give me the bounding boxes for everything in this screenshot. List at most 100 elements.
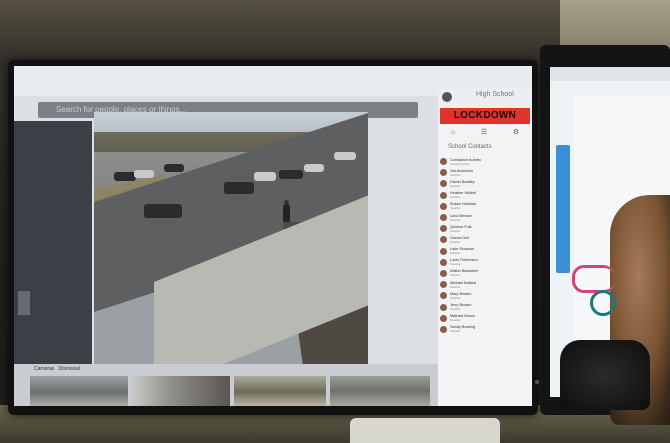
headset bbox=[560, 340, 650, 410]
camera-thumbnail[interactable] bbox=[30, 376, 128, 406]
contact-name: Constance Aubrey bbox=[450, 157, 482, 162]
school-logo-icon bbox=[442, 92, 452, 102]
car bbox=[279, 170, 303, 179]
contact-meta: Teacher bbox=[450, 195, 461, 200]
lockdown-banner[interactable]: LOCKDOWN bbox=[440, 108, 530, 124]
contact-meta: Teacher bbox=[450, 273, 461, 278]
avatar bbox=[440, 180, 447, 188]
avatar bbox=[440, 169, 447, 177]
camera-feed[interactable] bbox=[94, 112, 368, 364]
car bbox=[134, 170, 154, 178]
contact-meta: Teacher bbox=[450, 239, 461, 244]
avatar bbox=[440, 247, 447, 255]
avatar bbox=[440, 314, 447, 322]
contact-meta: Assistant Princ. bbox=[450, 161, 471, 166]
list-item[interactable]: Walter Blackwell Teacher bbox=[440, 268, 530, 279]
avatar bbox=[440, 303, 447, 311]
glasses bbox=[572, 265, 615, 293]
list-item[interactable]: Garcia Dell Teacher bbox=[440, 234, 530, 245]
car bbox=[254, 172, 276, 181]
home-icon[interactable]: ⌂ bbox=[451, 129, 455, 136]
browser-bar bbox=[550, 67, 670, 81]
car bbox=[114, 172, 136, 181]
contact-name: Luna Benson bbox=[450, 213, 473, 218]
tab-dismissal[interactable]: Dismissal bbox=[58, 366, 79, 372]
list-item[interactable]: Lake Simpson Teacher bbox=[440, 246, 530, 257]
car bbox=[304, 164, 324, 172]
contact-text: Constance Aubrey Assistant Princ. bbox=[450, 158, 481, 166]
avatar bbox=[440, 258, 447, 266]
contact-text: Heather McNeil Teacher bbox=[450, 191, 476, 199]
avatar bbox=[440, 281, 447, 289]
contact-text: Garcia Dell Teacher bbox=[450, 236, 469, 244]
camera-thumbnail[interactable] bbox=[234, 376, 326, 406]
camera-thumbnail[interactable] bbox=[330, 376, 430, 406]
panel-tabs: ⌂ ☰ ⚙ bbox=[438, 126, 532, 138]
avatar bbox=[440, 236, 447, 244]
side-strip[interactable] bbox=[556, 145, 570, 273]
list-item[interactable]: Louis Robertson Teacher bbox=[440, 257, 530, 268]
contact-text: Lake Simpson Teacher bbox=[450, 247, 474, 255]
zoom-control[interactable] bbox=[18, 291, 30, 315]
contact-text: Quinton Folk Teacher bbox=[450, 225, 472, 233]
avatar bbox=[440, 269, 447, 277]
list-item[interactable]: Michael Ballard Teacher bbox=[440, 279, 530, 290]
person bbox=[283, 204, 290, 222]
contact-meta: Teacher bbox=[450, 206, 461, 211]
contact-meta: Teacher bbox=[450, 228, 461, 233]
list-item[interactable]: Jim Anderson Teacher bbox=[440, 167, 530, 178]
avatar bbox=[440, 202, 447, 210]
avatar bbox=[440, 325, 447, 333]
car bbox=[334, 152, 356, 160]
contact-text: Daniel Bradley Teacher bbox=[450, 180, 475, 188]
contact-text: Luna Benson Teacher bbox=[450, 214, 472, 222]
avatar bbox=[440, 191, 447, 199]
contact-text: Michael Ballard Teacher bbox=[450, 281, 476, 289]
avatar bbox=[440, 214, 447, 222]
contact-meta: Teacher bbox=[450, 217, 461, 222]
contact-meta: Teacher bbox=[450, 183, 461, 188]
list-item[interactable]: Quinton Folk Teacher bbox=[440, 223, 530, 234]
tab-cameras[interactable]: Cameras bbox=[34, 366, 54, 372]
school-panel: High School LOCKDOWN ⌂ ☰ ⚙ School Contac… bbox=[438, 86, 532, 406]
avatar bbox=[440, 158, 447, 166]
car bbox=[144, 204, 182, 218]
glasses bbox=[590, 290, 616, 316]
contact-meta: Teacher bbox=[450, 295, 461, 300]
contact-text: Louis Robertson Teacher bbox=[450, 258, 478, 266]
contact-text: Susan Hubbard Teacher bbox=[450, 202, 476, 210]
contact-text: Sandy Bowling Teacher bbox=[450, 325, 475, 333]
list-item[interactable]: Sandy Bowling Teacher bbox=[440, 324, 530, 335]
car bbox=[224, 182, 254, 194]
paper bbox=[350, 418, 500, 443]
list-item[interactable]: Jerry Brosen Teacher bbox=[440, 301, 530, 312]
contact-meta: Teacher bbox=[450, 262, 461, 267]
camera-thumbnail[interactable] bbox=[132, 376, 230, 406]
list-item[interactable]: Heather McNeil Teacher bbox=[440, 190, 530, 201]
contact-text: Mary Brosen Teacher bbox=[450, 292, 472, 300]
list-item[interactable]: Constance Aubrey Assistant Princ. bbox=[440, 156, 530, 167]
list-icon[interactable]: ☰ bbox=[481, 128, 487, 136]
contacts-title: School Contacts bbox=[448, 144, 492, 150]
school-name: High School bbox=[476, 91, 514, 98]
car bbox=[164, 164, 184, 172]
left-rail bbox=[14, 121, 92, 371]
contact-list: Constance Aubrey Assistant Princ. Jim Ande… bbox=[440, 156, 530, 335]
list-item[interactable]: Luna Benson Teacher bbox=[440, 212, 530, 223]
contact-text: Walter Blackwell Teacher bbox=[450, 269, 478, 277]
list-item[interactable]: Susan Hubbard Teacher bbox=[440, 201, 530, 212]
settings-icon[interactable]: ⚙ bbox=[513, 128, 519, 136]
list-item[interactable]: Mary Brosen Teacher bbox=[440, 290, 530, 301]
power-led bbox=[535, 380, 539, 384]
list-item[interactable]: Mathew Brown Teacher bbox=[440, 313, 530, 324]
contact-text: Jerry Brosen Teacher bbox=[450, 303, 472, 311]
contact-meta: Teacher bbox=[450, 307, 461, 312]
contact-meta: Teacher bbox=[450, 284, 461, 289]
contact-meta: Teacher bbox=[450, 329, 461, 334]
list-item[interactable]: Daniel Bradley Teacher bbox=[440, 178, 530, 189]
main-monitor: Search for people, places or things... C… bbox=[8, 60, 539, 415]
monitor-screen: Search for people, places or things... C… bbox=[14, 66, 532, 406]
contact-meta: Teacher bbox=[450, 251, 461, 256]
panel-header: High School bbox=[438, 86, 532, 108]
avatar bbox=[440, 292, 447, 300]
